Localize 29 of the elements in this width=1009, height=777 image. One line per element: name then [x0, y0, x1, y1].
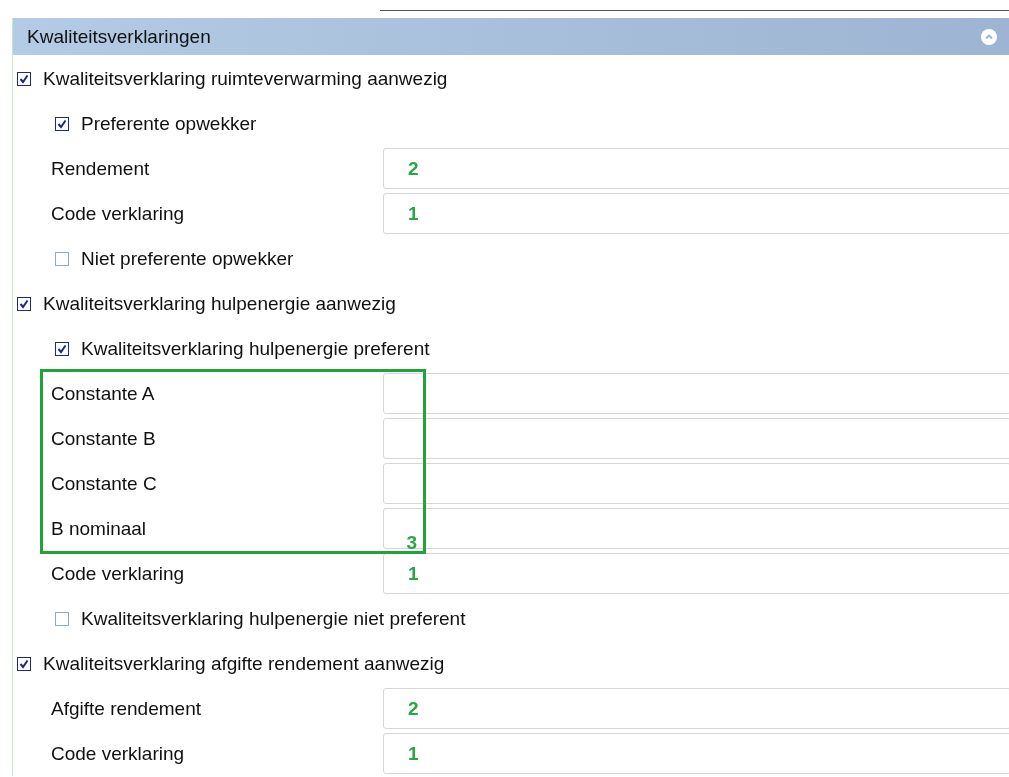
checkbox-label: Kwaliteitsverklaring hulpenergie aanwezig: [43, 292, 396, 315]
field-label: Afgifte rendement: [51, 697, 202, 720]
field-label: Code verklaring: [51, 202, 186, 225]
input-field[interactable]: 2: [383, 688, 1009, 729]
field-label: Constante C: [51, 472, 158, 495]
annotation-number: 2: [408, 697, 419, 720]
input-field[interactable]: 1: [383, 733, 1009, 774]
annotation-number: 2: [408, 157, 419, 180]
checkbox-label: Kwaliteitsverklaring ruimteverwarming aanwezig: [43, 67, 448, 90]
field-label: Constante B: [51, 427, 157, 450]
checkbox-label: Preferente opwekker: [81, 112, 257, 135]
field-label: B nominaal: [51, 517, 148, 540]
field-label: Code verklaring: [51, 562, 186, 585]
input-field[interactable]: 1: [383, 193, 1009, 234]
annotation-number: 3: [406, 532, 417, 554]
checkbox-label: Niet preferente opwekker: [81, 247, 294, 270]
field-label: Code verklaring: [51, 742, 186, 765]
checkbox-label: Kwaliteitsverklaring hulpenergie preferent: [81, 337, 430, 360]
checkbox-label: Kwaliteitsverklaring hulpenergie niet preferent: [81, 607, 466, 630]
field-label: Constante A: [51, 382, 156, 405]
annotation-number: 1: [408, 562, 419, 585]
input-field[interactable]: 2: [383, 148, 1009, 189]
panel-title: Kwaliteitsverklaringen: [27, 25, 211, 48]
annotation-number: 1: [408, 202, 419, 225]
checkbox-label: Kwaliteitsverklaring afgifte rendement aanwezig: [43, 652, 445, 675]
input-field[interactable]: 1: [383, 553, 1009, 594]
annotation-number: 1: [408, 742, 419, 765]
panel-header[interactable]: Kwaliteitsverklaringen: [13, 18, 1009, 56]
field-label: Rendement: [51, 157, 151, 180]
